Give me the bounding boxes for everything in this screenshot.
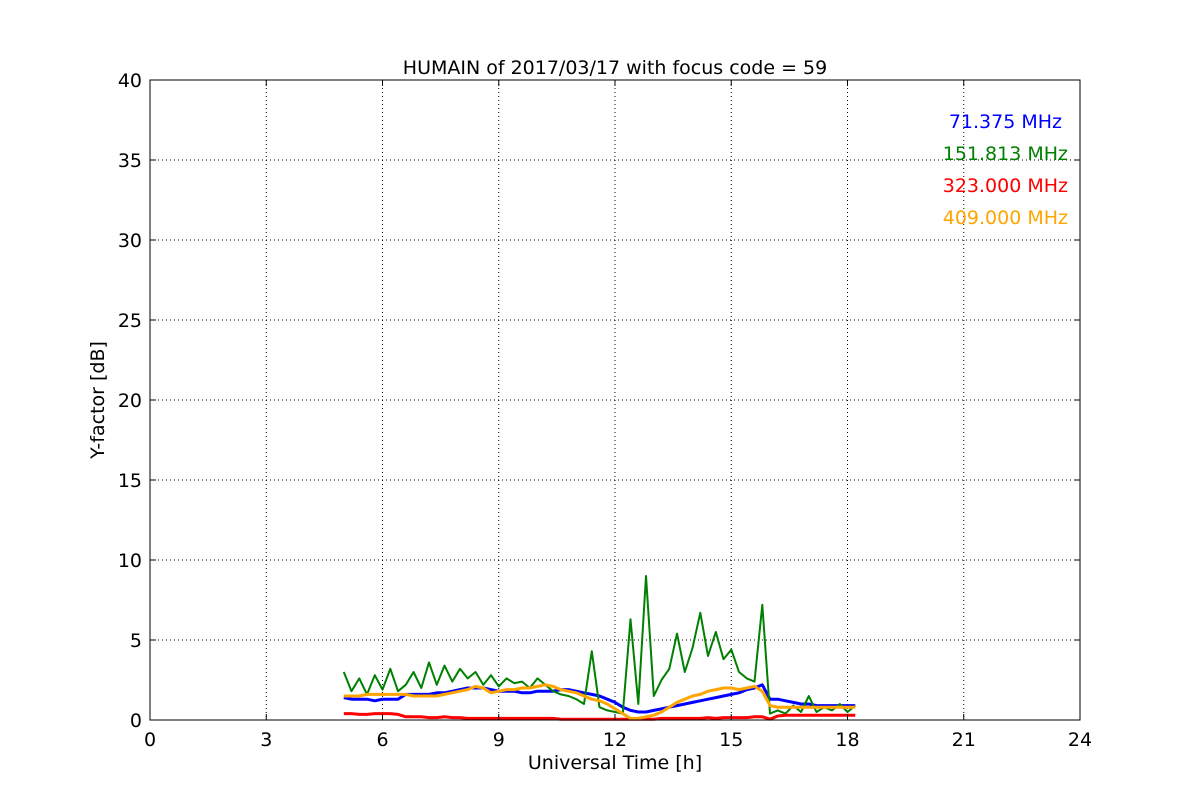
chart: 0 3 6 9 12 15 18 21 24 0 5 10 15 20 25 30 35 40 HUMAIN of… [87,57,1092,774]
x-tick-label: 15 [719,729,743,751]
y-tick-label: 5 [130,630,142,652]
y-tick-label: 15 [118,470,142,492]
x-tick-label: 9 [493,729,505,751]
x-tick-label: 21 [952,729,976,751]
legend-entry: 71.375 MHz [949,111,1062,133]
x-tick-label: 6 [376,729,388,751]
y-tick-label: 40 [118,70,142,92]
legend-entry: 409.000 MHz [943,207,1068,229]
x-tick-label: 18 [835,729,859,751]
y-axis-label: Y-factor [dB] [87,341,109,460]
y-tick-label: 35 [118,150,142,172]
y-tick-label: 20 [118,390,142,412]
legend-entry: 151.813 MHz [943,143,1068,165]
x-axis-label: Universal Time [h] [528,752,702,774]
chart-title: HUMAIN of 2017/03/17 with focus code = 5… [403,57,827,79]
y-tick-label: 30 [118,230,142,252]
legend-entry: 323.000 MHz [943,175,1068,197]
x-tick-label: 0 [144,729,156,751]
y-tick-label: 10 [118,550,142,572]
y-tick-label: 25 [118,310,142,332]
x-tick-label: 24 [1068,729,1092,751]
x-tick-label: 3 [260,729,272,751]
y-tick-label: 0 [130,710,142,732]
x-tick-label: 12 [603,729,627,751]
